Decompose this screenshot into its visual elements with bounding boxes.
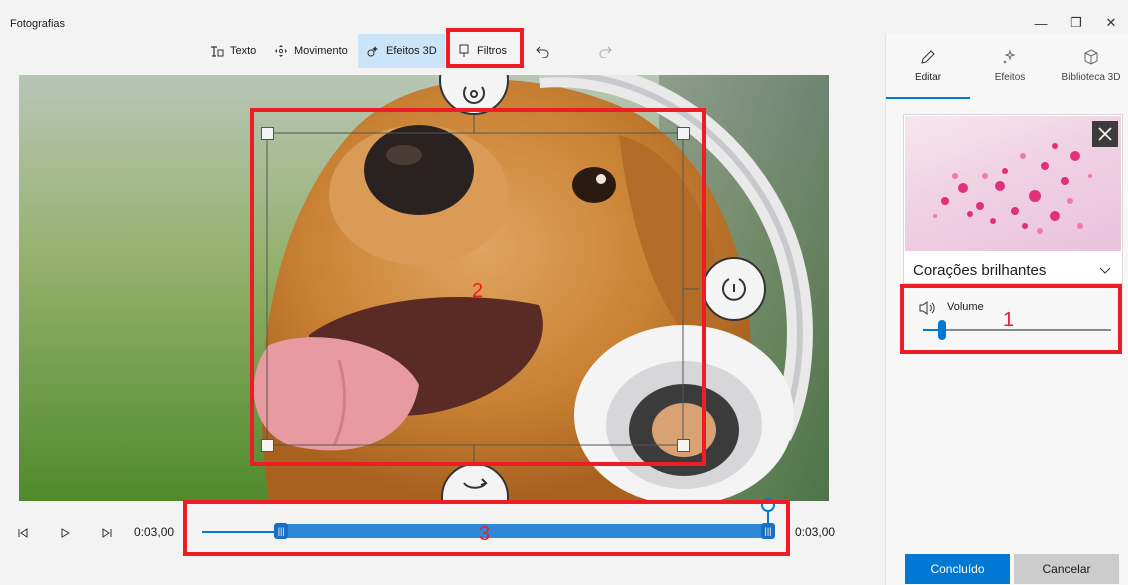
effect-name: Corações brilhantes xyxy=(913,262,1047,279)
annotation-number-3: 3 xyxy=(479,523,491,545)
tab-effects-label: Efeitos xyxy=(994,72,1026,83)
3d-effects-icon xyxy=(367,46,378,57)
undo-button[interactable] xyxy=(528,34,558,68)
maximize-button[interactable]: ❐ xyxy=(1056,12,1096,34)
cube-icon xyxy=(1084,49,1098,65)
chevron-down-icon[interactable] xyxy=(1098,263,1112,277)
pencil-icon xyxy=(921,50,935,64)
effect-thumbnail xyxy=(905,116,1121,251)
edit-toolbar: Texto Movimento Efeitos 3D Filtros xyxy=(0,34,885,68)
remove-effect-button[interactable] xyxy=(1092,121,1118,147)
move-icon xyxy=(275,45,287,57)
text-icon xyxy=(211,46,224,57)
current-time: 0:03,00 xyxy=(134,525,175,539)
redo-icon xyxy=(599,46,612,58)
next-frame-button[interactable] xyxy=(98,524,116,542)
end-time: 0:03,00 xyxy=(795,525,836,539)
cancel-button[interactable]: Cancelar xyxy=(1014,554,1119,584)
rotate-right-handle[interactable] xyxy=(702,257,766,321)
active-tab-indicator xyxy=(886,97,970,99)
photos-app-window: Fotografias — ❐ ✕ Texto Movimento Efeito… xyxy=(0,0,1128,585)
move-tool-label: Movimento xyxy=(294,45,348,57)
tilt-icon xyxy=(463,478,488,489)
tab-edit-label: Editar xyxy=(914,72,942,83)
annotation-number-1: 1 xyxy=(1003,309,1015,331)
step-forward-icon xyxy=(102,528,112,538)
close-icon xyxy=(1098,127,1112,141)
close-button[interactable]: ✕ xyxy=(1091,12,1128,34)
effect-card[interactable]: Corações brilhantes xyxy=(903,114,1123,284)
play-button[interactable] xyxy=(56,524,74,542)
rotate-icon xyxy=(463,86,485,104)
tab-3d-library-label: Biblioteca 3D xyxy=(1061,72,1121,83)
rotate-side-icon xyxy=(722,278,746,301)
annotation-box-filters xyxy=(446,28,524,68)
annotation-number-2: 2 xyxy=(472,280,484,302)
sparkle-icon xyxy=(1003,49,1016,64)
step-back-icon xyxy=(18,528,28,538)
previous-frame-button[interactable] xyxy=(14,524,32,542)
3d-effects-tool-button[interactable]: Efeitos 3D xyxy=(358,34,445,68)
text-tool-label: Texto xyxy=(230,45,257,57)
redo-button[interactable] xyxy=(590,34,620,68)
title-bar: Fotografias — ❐ ✕ xyxy=(0,0,1128,34)
app-title: Fotografias xyxy=(10,18,66,30)
play-icon xyxy=(61,528,70,538)
tab-3d-library[interactable]: Biblioteca 3D xyxy=(1050,44,1128,100)
text-tool-button[interactable]: Texto xyxy=(202,34,264,68)
tab-edit[interactable]: Editar xyxy=(888,44,968,100)
3d-effects-tool-label: Efeitos 3D xyxy=(386,45,437,57)
done-button[interactable]: Concluído xyxy=(905,554,1010,584)
move-tool-button[interactable]: Movimento xyxy=(266,34,356,68)
minimize-button[interactable]: — xyxy=(1021,12,1061,34)
tab-effects[interactable]: Efeitos xyxy=(970,44,1050,100)
undo-icon xyxy=(536,46,549,58)
